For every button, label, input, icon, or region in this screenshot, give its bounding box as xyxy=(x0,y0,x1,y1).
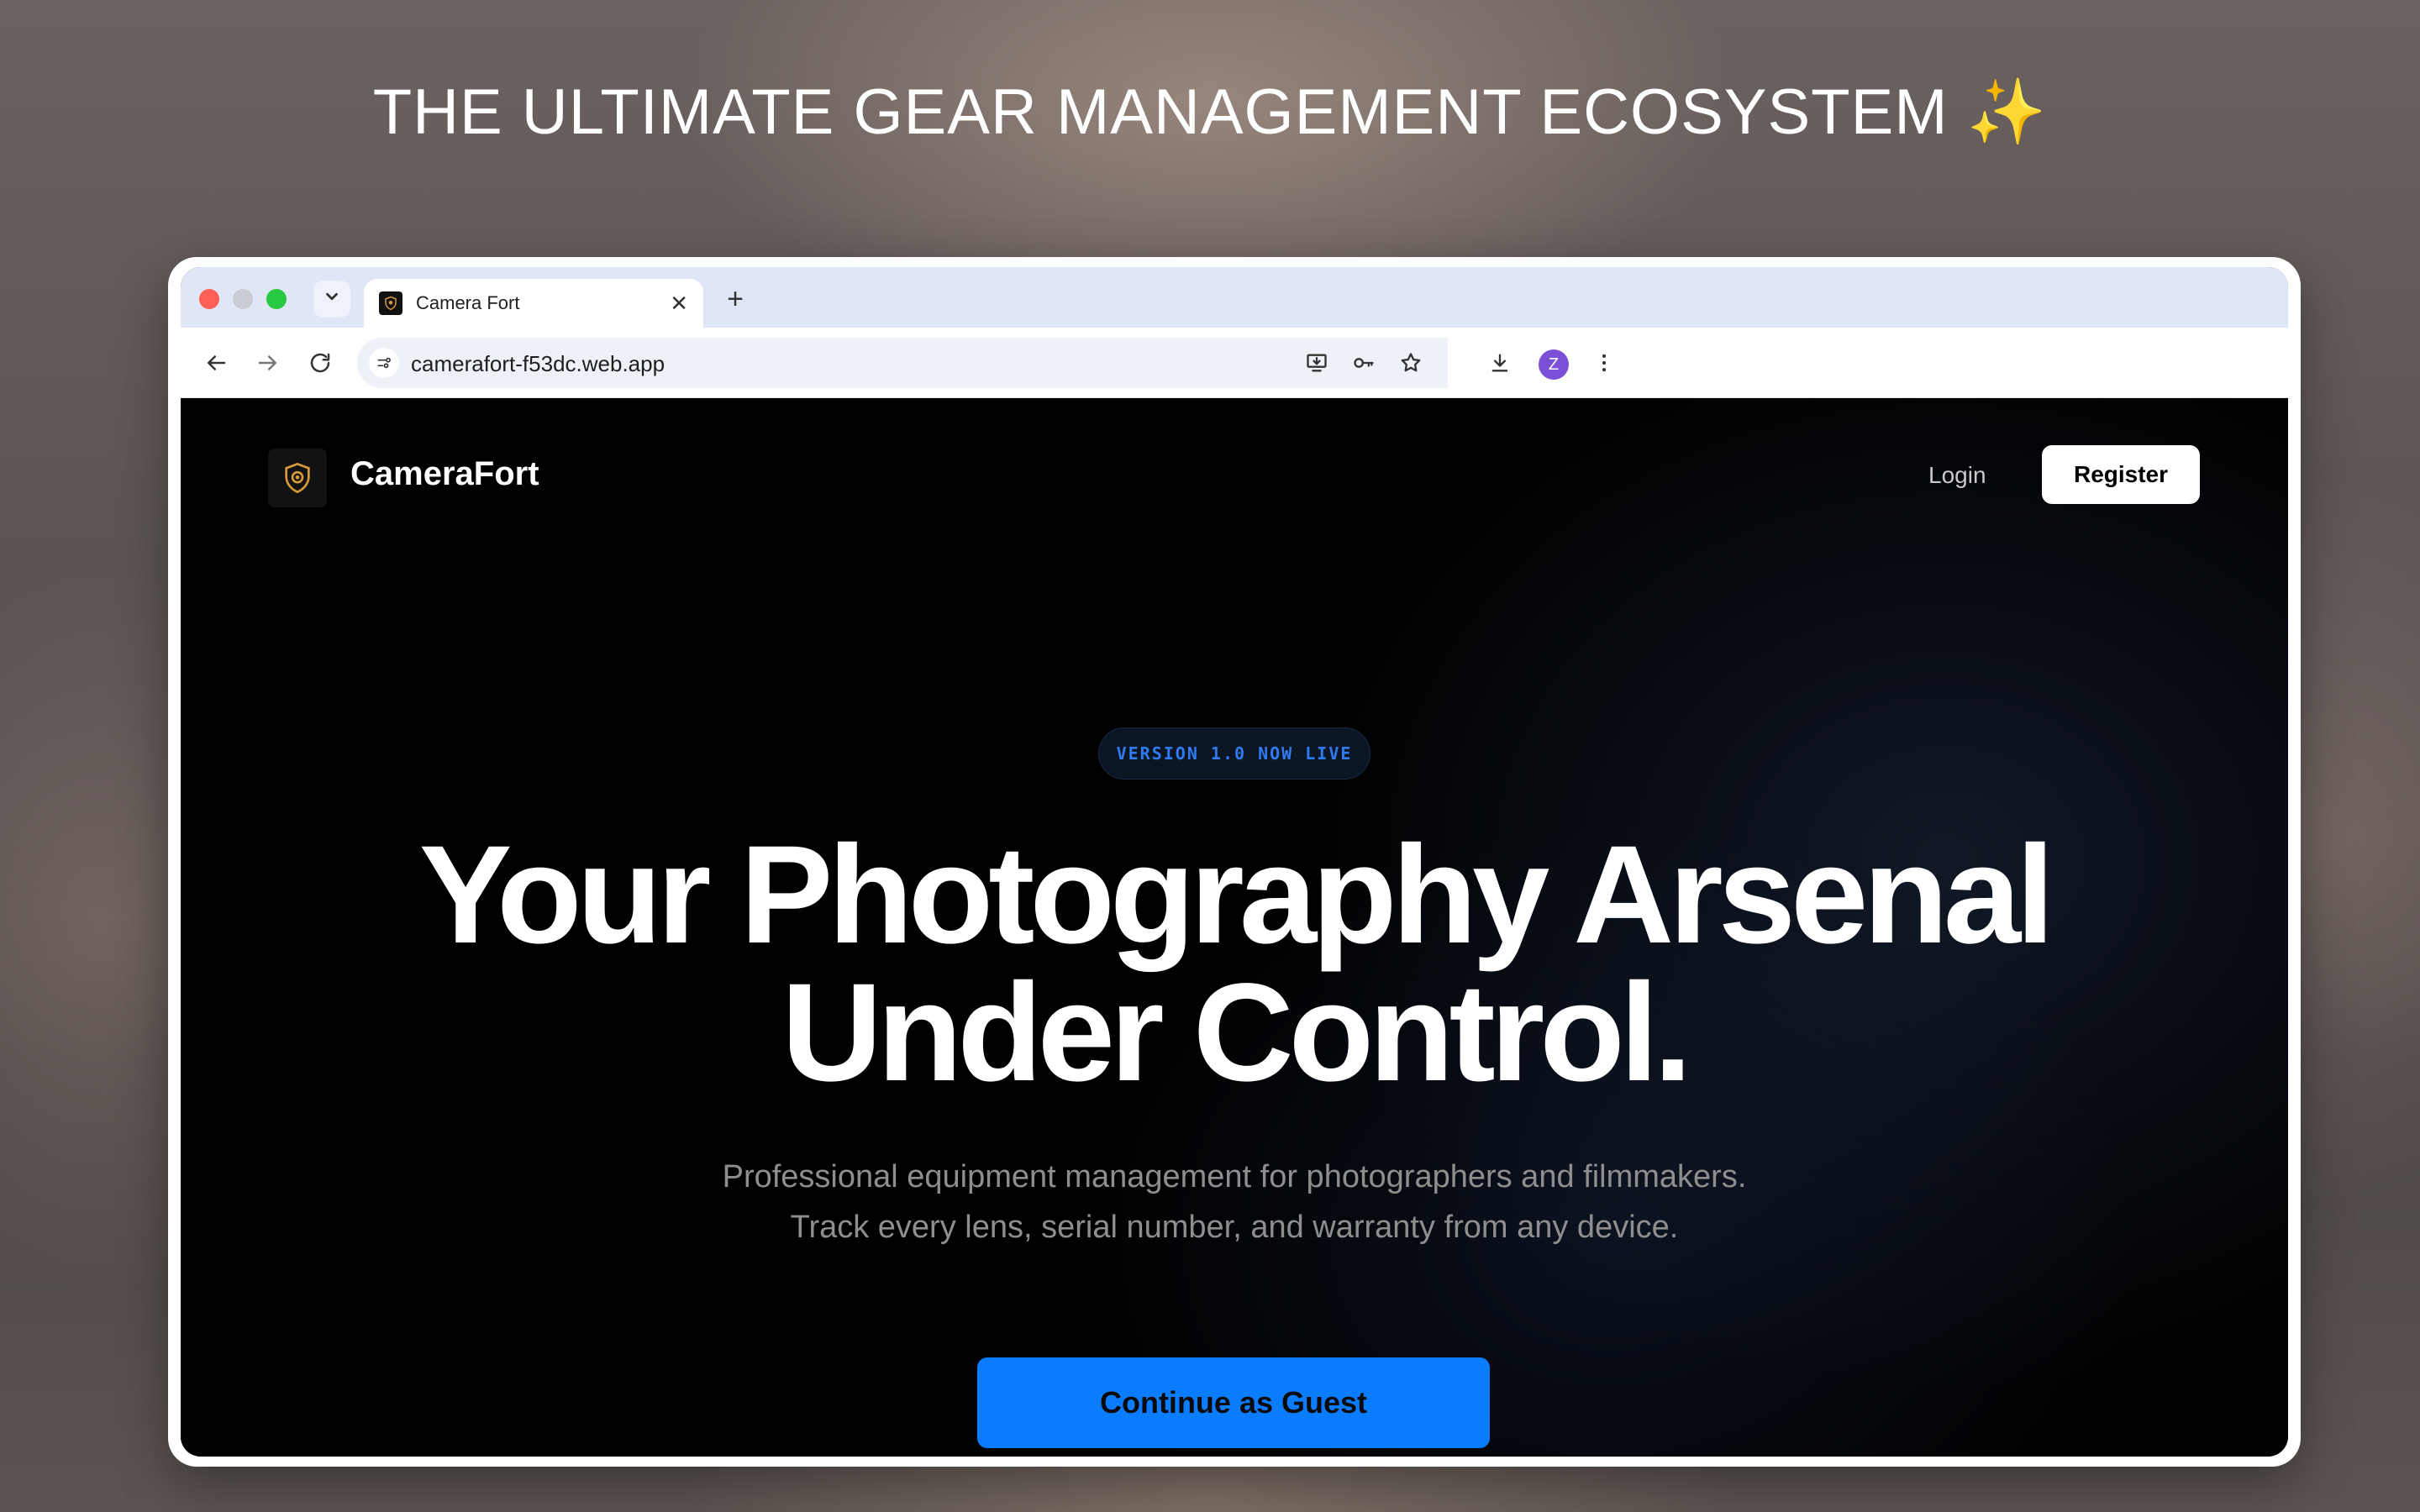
register-button[interactable]: Register xyxy=(2042,445,2200,504)
camera-fort-favicon-icon xyxy=(379,291,402,315)
download-icon[interactable] xyxy=(1485,348,1515,378)
arrow-right-icon xyxy=(258,355,276,370)
reload-button[interactable] xyxy=(302,344,339,381)
close-window-button[interactable] xyxy=(199,289,219,309)
hero-title-line-1: Your Photography Arsenal xyxy=(418,817,2054,973)
version-badge: VERSION 1.0 NOW LIVE xyxy=(1098,727,1370,780)
arrow-left-icon xyxy=(208,355,226,370)
tab-camera-fort[interactable]: Camera Fort ✕ xyxy=(364,279,703,328)
web-page: CameraFort Login Register VERSION 1.0 NO… xyxy=(181,398,2288,1457)
reload-icon xyxy=(310,353,330,373)
profile-avatar[interactable]: Z xyxy=(1539,349,1569,380)
site-info-icon[interactable] xyxy=(369,348,399,378)
hero-subtitle-line-1: Professional equipment management for ph… xyxy=(722,1159,1747,1194)
new-tab-button[interactable]: + xyxy=(718,282,752,316)
brand-name[interactable]: CameraFort xyxy=(350,455,539,493)
address-bar[interactable]: camerafort-f53dc.web.app Z xyxy=(357,338,2288,388)
login-link[interactable]: Login xyxy=(1928,462,1986,489)
install-app-icon[interactable] xyxy=(1302,348,1332,378)
maximize-window-button[interactable] xyxy=(266,289,287,309)
tab-search-button[interactable] xyxy=(313,281,350,318)
tab-close-icon[interactable]: ✕ xyxy=(670,291,688,317)
promo-headline: THE ULTIMATE GEAR MANAGEMENT ECOSYSTEM ✨ xyxy=(372,76,2048,148)
shield-camera-icon xyxy=(285,462,310,494)
forward-button[interactable] xyxy=(250,344,287,381)
url-text[interactable]: camerafort-f53dc.web.app xyxy=(411,351,665,377)
back-button[interactable] xyxy=(197,344,234,381)
toolbar-right-area xyxy=(1448,338,2288,388)
minimize-window-button[interactable] xyxy=(233,289,253,309)
camerafort-logo[interactable] xyxy=(268,449,327,507)
tab-title: Camera Fort xyxy=(416,292,520,313)
bookmark-star-icon[interactable] xyxy=(1396,348,1426,378)
hero-title-line-2: Under Control. xyxy=(781,955,1692,1110)
kebab-menu-icon[interactable] xyxy=(1589,348,1619,378)
continue-as-guest-button[interactable]: Continue as Guest xyxy=(977,1357,1490,1448)
hero-subtitle-line-2: Track every lens, serial number, and war… xyxy=(790,1210,1679,1245)
browser-window: Camera Fort ✕ + camerafort-f53dc.web.app xyxy=(181,267,2288,1457)
hero-title: Your Photography Arsenal Under Control. xyxy=(181,817,2288,1110)
password-key-icon[interactable] xyxy=(1349,348,1379,378)
browser-toolbar: camerafort-f53dc.web.app Z xyxy=(181,328,2288,398)
tab-bar: Camera Fort ✕ + xyxy=(181,267,2288,328)
chevron-down-icon xyxy=(323,287,341,311)
